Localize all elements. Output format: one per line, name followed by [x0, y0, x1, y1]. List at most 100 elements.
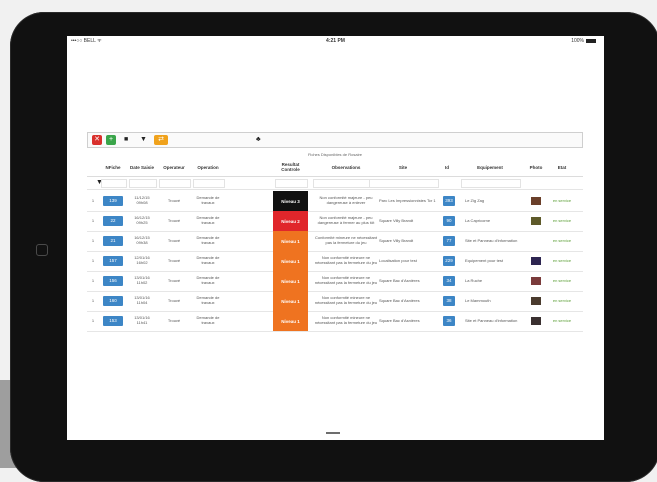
- table-row[interactable]: 1 160 13/01/16 11h04 Trouvé Demande de trava…: [87, 291, 583, 312]
- equipement-cell: Equipement pour test: [465, 257, 504, 263]
- resultat-badge: Niveau 1: [273, 231, 308, 251]
- equipement-cell: Site et Panneau d'information: [465, 237, 518, 243]
- photo-thumbnail[interactable]: [531, 317, 541, 325]
- table-title: Fiches Disponibles de Rosaire: [307, 152, 363, 157]
- table-row[interactable]: 1 153 13/01/16 11h41 Trouvé Demande de trava…: [87, 311, 583, 332]
- resultat-badge: Niveau 2: [273, 211, 308, 231]
- observations-cell: Non conformité mineure ne nécessitant pa…: [314, 315, 378, 325]
- photo-thumbnail[interactable]: [531, 197, 541, 205]
- operateur-cell: Trouvé: [167, 197, 181, 203]
- nfiche-cell: 157: [99, 251, 127, 271]
- nfiche-cell: 153: [99, 311, 127, 331]
- settings-button[interactable]: ♣: [256, 135, 261, 145]
- photo-thumbnail[interactable]: [531, 277, 541, 285]
- plus-icon: +: [108, 136, 114, 143]
- nfiche-button[interactable]: 21: [103, 236, 123, 246]
- trash-button[interactable]: ■: [124, 135, 128, 145]
- col-select: [87, 160, 99, 176]
- id-button[interactable]: 36: [443, 316, 455, 326]
- col-equipement[interactable]: Equipement: [459, 160, 521, 176]
- photo-thumbnail[interactable]: [531, 237, 541, 245]
- trash-icon: ■: [124, 136, 129, 143]
- site-cell: Square Bac d'Asnières: [379, 297, 420, 303]
- photo-cell: [525, 311, 547, 331]
- id-button[interactable]: 393: [443, 196, 455, 206]
- col-etat[interactable]: Etat: [551, 160, 573, 176]
- id-button[interactable]: 229: [443, 256, 455, 266]
- scroll-indicator: [326, 432, 340, 434]
- delete-button[interactable]: ✕: [92, 135, 102, 145]
- col-resultat[interactable]: Resultat Controle: [273, 160, 308, 176]
- nfiche-button[interactable]: 157: [103, 256, 123, 266]
- col-operation[interactable]: Operation: [191, 160, 225, 176]
- col-nfiche[interactable]: NFiche: [99, 160, 127, 176]
- col-id[interactable]: Id: [439, 160, 455, 176]
- row-number: 1: [91, 197, 95, 203]
- nfiche-cell: 22: [99, 211, 127, 231]
- operateur-cell: Trouvé: [167, 297, 181, 303]
- filter-equipement[interactable]: [461, 179, 521, 188]
- id-cell: 77: [441, 231, 457, 251]
- row-number: 1: [91, 217, 95, 223]
- table-row[interactable]: 1 157 12/01/16 16h02 Trouvé Demande de trava…: [87, 251, 583, 272]
- photo-thumbnail[interactable]: [531, 217, 541, 225]
- site-cell: Square Villy Brandt: [379, 217, 414, 223]
- row-number: 1: [91, 297, 95, 303]
- etat-cell: en service: [552, 297, 572, 303]
- table-row[interactable]: 1 22 16/12/15 09h25 Trouvé Demande de travau…: [87, 211, 583, 232]
- id-cell: 34: [441, 271, 457, 291]
- date-cell: 13/01/16 11h41: [134, 315, 150, 325]
- export-button[interactable]: ⇄: [154, 135, 168, 145]
- nfiche-button[interactable]: 160: [103, 296, 123, 306]
- photo-thumbnail[interactable]: [531, 257, 541, 265]
- col-date[interactable]: Date Saisie: [127, 160, 157, 176]
- add-button[interactable]: +: [106, 135, 116, 145]
- resultat-badge: Niveau 1: [273, 291, 308, 311]
- filter-site[interactable]: [369, 179, 439, 188]
- date-cell: 16/12/15 09h38: [134, 235, 150, 245]
- table-row[interactable]: 1 139 11/12/15 09h08 Trouvé Demande de trava…: [87, 191, 583, 212]
- nfiche-button[interactable]: 22: [103, 216, 123, 226]
- id-button[interactable]: 34: [443, 276, 455, 286]
- filter-operation[interactable]: [193, 179, 225, 188]
- id-button[interactable]: 77: [443, 236, 455, 246]
- nfiche-button[interactable]: 156: [103, 276, 123, 286]
- etat-cell: en service: [552, 277, 572, 283]
- equipement-cell: Le Zig Zag: [465, 197, 485, 203]
- nfiche-button[interactable]: 153: [103, 316, 123, 326]
- club-icon: ♣: [256, 136, 261, 143]
- equipement-cell: Le Mammouth: [465, 297, 491, 303]
- filter-nfiche[interactable]: [101, 179, 127, 188]
- filter-resultat[interactable]: [275, 179, 308, 188]
- filter-button[interactable]: ▼: [140, 135, 147, 145]
- nfiche-button[interactable]: 139: [103, 196, 123, 206]
- filter-date[interactable]: [129, 179, 157, 188]
- site-cell: Square Bac d'Asnières: [379, 277, 420, 283]
- battery-percent: 100%: [571, 38, 584, 44]
- etat-cell: en service: [552, 237, 572, 243]
- id-cell: 36: [441, 311, 457, 331]
- nfiche-cell: 139: [99, 191, 127, 211]
- id-button[interactable]: 90: [443, 216, 455, 226]
- photo-thumbnail[interactable]: [531, 297, 541, 305]
- table-row[interactable]: 1 21 16/12/15 09h38 Trouvé Demande de travau…: [87, 231, 583, 252]
- col-site[interactable]: Site: [367, 160, 439, 176]
- nfiche-cell: 156: [99, 271, 127, 291]
- site-cell: Square Villy Brandt: [379, 237, 414, 243]
- table-row[interactable]: 1 156 13/01/16 11h02 Trouvé Demande de trava…: [87, 271, 583, 292]
- operateur-cell: Trouvé: [167, 257, 181, 263]
- table-header: NFiche Date Saisie Operateur Operation R…: [87, 160, 583, 177]
- operateur-cell: Trouvé: [167, 277, 181, 283]
- filter-operateur[interactable]: [159, 179, 191, 188]
- col-operateur[interactable]: Operateur: [157, 160, 191, 176]
- observations-cell: Non conformité mineure ne nécessitant pa…: [314, 275, 378, 285]
- home-button[interactable]: [36, 244, 48, 256]
- observations-cell: Conformité mineure ne nécessitant pas la…: [314, 235, 378, 245]
- col-photo[interactable]: Photo: [525, 160, 547, 176]
- photo-cell: [525, 291, 547, 311]
- id-cell: 393: [441, 191, 457, 211]
- id-button[interactable]: 38: [443, 296, 455, 306]
- observations-cell: Non conformité majeure - peu dangereuse …: [319, 195, 373, 205]
- resultat-badge: Niveau 1: [273, 251, 308, 271]
- date-cell: 12/01/16 16h02: [134, 255, 150, 265]
